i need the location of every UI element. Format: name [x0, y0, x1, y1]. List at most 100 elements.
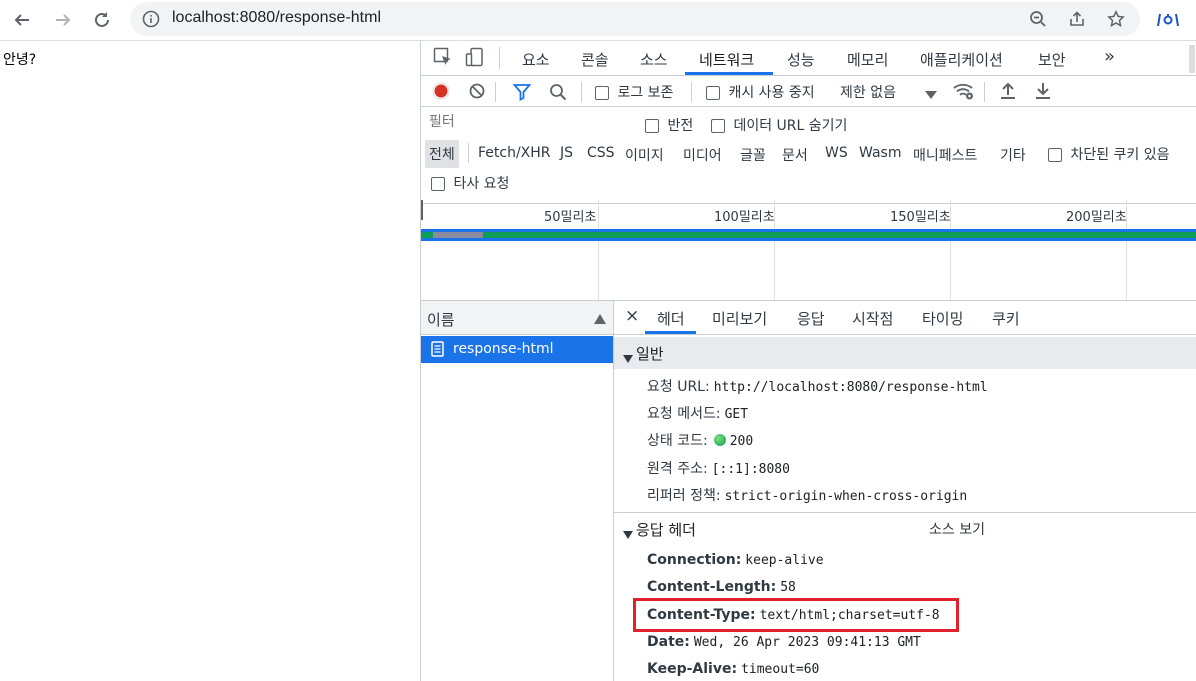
- blocked-cookies-label: 차단된 쿠키 있음: [1070, 147, 1170, 163]
- filter-type-fetch-xhr[interactable]: Fetch/XHR: [478, 145, 551, 161]
- general-row-request-method: 요청 메서드: GET: [647, 403, 748, 423]
- toolbar-divider: [691, 82, 692, 102]
- filter-input[interactable]: [425, 111, 637, 133]
- name-column-header[interactable]: 이름: [421, 301, 613, 335]
- zoom-icon[interactable]: [1026, 7, 1050, 31]
- view-source-link[interactable]: 소스 보기: [929, 519, 985, 539]
- toolbar-divider: [499, 47, 500, 69]
- filter-type-doc[interactable]: 문서: [782, 145, 808, 165]
- header-value: keep-alive: [745, 553, 824, 568]
- tab-elements[interactable]: 요소: [522, 49, 550, 70]
- checkbox-box[interactable]: [595, 86, 609, 100]
- chevron-down-icon[interactable]: [925, 87, 937, 103]
- invert-label: 반전: [667, 118, 694, 134]
- checkbox-box[interactable]: [706, 86, 720, 100]
- third-party-label: 타사 요청: [453, 176, 510, 192]
- page-greeting-text: 안녕?: [3, 52, 37, 68]
- tab-console[interactable]: 콘솔: [581, 49, 609, 70]
- request-name: response-html: [453, 341, 554, 357]
- name-header-label: 이름: [427, 311, 455, 329]
- general-row-status-code: 상태 코드: 200: [647, 430, 753, 450]
- filter-type-media[interactable]: 미디어: [683, 145, 722, 165]
- checkbox-box[interactable]: [1048, 148, 1062, 162]
- hide-data-urls-checkbox[interactable]: 데이터 URL 숨기기: [711, 115, 847, 135]
- network-conditions-icon[interactable]: [953, 81, 975, 105]
- share-icon[interactable]: [1065, 7, 1089, 31]
- request-row[interactable]: response-html: [421, 336, 613, 363]
- filter-type-all[interactable]: 전체: [425, 140, 459, 168]
- tab-preview[interactable]: 미리보기: [712, 308, 767, 329]
- header-key: Date:: [647, 634, 690, 650]
- timeline-tick: 50밀리초: [544, 210, 597, 225]
- response-headers-section-header[interactable]: 응답 헤더 소스 보기: [614, 513, 1196, 545]
- active-details-tab-indicator: [645, 331, 696, 334]
- reload-icon[interactable]: [88, 6, 116, 34]
- tab-headers[interactable]: 헤더: [657, 308, 685, 329]
- more-tabs-button[interactable]: »: [1104, 46, 1115, 67]
- close-icon[interactable]: ×: [625, 306, 639, 326]
- tab-memory[interactable]: 메모리: [847, 49, 888, 70]
- devtools-panel: 요소 콘솔 소스 네트워크 성능 메모리 애플리케이션 보안 » 로그 보존 캐…: [420, 41, 1196, 681]
- omnibox[interactable]: localhost:8080/response-html: [130, 2, 1140, 36]
- filter-type-other[interactable]: 기타: [1000, 145, 1026, 165]
- extension-icon[interactable]: [1156, 8, 1180, 32]
- toolbar-divider: [984, 82, 985, 102]
- checkbox-box[interactable]: [711, 119, 725, 133]
- response-headers-title: 응답 헤더: [636, 521, 696, 539]
- tab-network[interactable]: 네트워크: [699, 49, 754, 70]
- import-har-icon[interactable]: [1000, 81, 1016, 103]
- filter-type-ws[interactable]: WS: [825, 145, 848, 161]
- header-key: Content-Length:: [647, 579, 777, 595]
- checkbox-box[interactable]: [645, 119, 659, 133]
- tab-initiator[interactable]: 시작점: [852, 308, 893, 329]
- third-party-checkbox[interactable]: 타사 요청: [431, 173, 509, 193]
- hide-data-urls-label: 데이터 URL 숨기기: [733, 118, 848, 134]
- search-icon[interactable]: [549, 83, 567, 105]
- timeline-overview[interactable]: 50밀리초 100밀리초 150밀리초 200밀리초: [421, 200, 1196, 301]
- tab-security[interactable]: 보안: [1038, 49, 1066, 70]
- devtools-scrollbar[interactable]: [1189, 45, 1195, 73]
- general-row-remote-address: 원격 주소: [::1]:8080: [647, 458, 790, 478]
- invert-checkbox[interactable]: 반전: [645, 115, 693, 135]
- inspect-element-icon[interactable]: [433, 47, 453, 71]
- filter-type-image[interactable]: 이미지: [625, 145, 664, 165]
- filter-type-css[interactable]: CSS: [587, 145, 615, 161]
- tab-application[interactable]: 애플리케이션: [920, 49, 1003, 70]
- bookmark-star-icon[interactable]: [1104, 7, 1128, 31]
- filter-icon[interactable]: [512, 83, 532, 105]
- record-icon[interactable]: [432, 82, 450, 104]
- tab-timing[interactable]: 타이밍: [922, 308, 963, 329]
- clear-icon[interactable]: [468, 82, 486, 104]
- forward-icon[interactable]: [49, 6, 77, 34]
- tab-response[interactable]: 응답: [797, 308, 825, 329]
- url-text[interactable]: localhost:8080/response-html: [172, 9, 381, 27]
- filter-type-js[interactable]: JS: [560, 145, 573, 161]
- back-icon[interactable]: [8, 6, 36, 34]
- checkbox-box[interactable]: [431, 177, 445, 191]
- timeline-tick: 150밀리초: [890, 210, 951, 225]
- export-har-icon[interactable]: [1035, 81, 1051, 103]
- tab-performance[interactable]: 성능: [787, 49, 815, 70]
- timeline-tick: 100밀리초: [714, 210, 775, 225]
- header-key: Keep-Alive:: [647, 661, 738, 677]
- header-value: [::1]:8080: [711, 462, 790, 477]
- general-row-referrer-policy: 리퍼러 정책: strict-origin-when-cross-origin: [647, 485, 967, 505]
- filter-type-font[interactable]: 글꼴: [740, 145, 766, 165]
- disable-cache-checkbox[interactable]: 캐시 사용 중지: [706, 82, 815, 102]
- header-key: 요청 URL:: [647, 379, 710, 395]
- blocked-cookies-checkbox[interactable]: 차단된 쿠키 있음: [1048, 144, 1170, 164]
- preserve-log-checkbox[interactable]: 로그 보존: [595, 82, 673, 102]
- tab-sources[interactable]: 소스: [640, 49, 668, 70]
- info-icon[interactable]: [142, 10, 160, 32]
- filter-type-wasm[interactable]: Wasm: [859, 145, 901, 161]
- throttle-select[interactable]: 제한 없음: [840, 82, 896, 102]
- device-toolbar-icon[interactable]: [465, 47, 485, 71]
- tab-cookies[interactable]: 쿠키: [992, 308, 1020, 329]
- general-section-header[interactable]: 일반: [614, 337, 1196, 369]
- header-value: 58: [780, 580, 796, 595]
- header-value: GET: [724, 407, 749, 422]
- content-type-highlight-box: [633, 598, 959, 632]
- filter-type-manifest[interactable]: 매니페스트: [913, 145, 977, 165]
- details-tabs-bar: × 헤더 미리보기 응답 시작점 타이밍 쿠키: [614, 301, 1196, 335]
- sort-ascending-icon[interactable]: [594, 312, 606, 328]
